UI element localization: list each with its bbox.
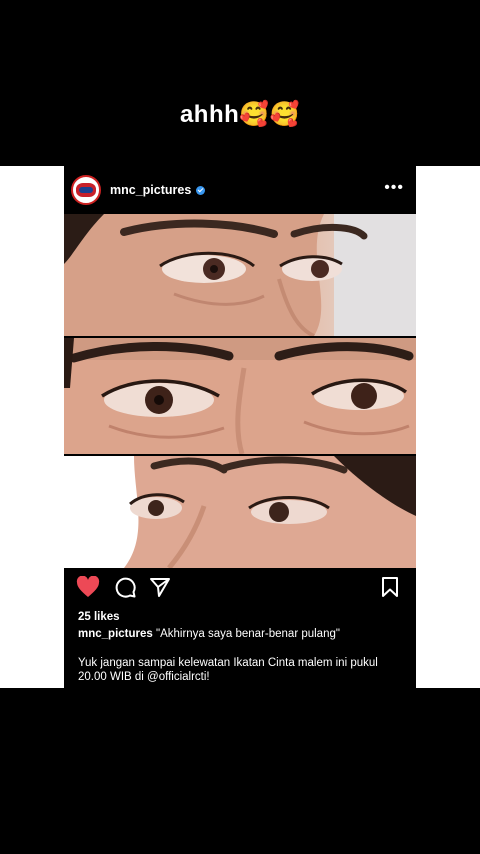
post-caption: mnc_pictures "Akhirnya saya benar-benar … <box>78 628 408 640</box>
post-username[interactable]: mnc_pictures <box>110 183 191 197</box>
caption-quote: "Akhirnya saya benar-benar pulang" <box>155 628 340 640</box>
video-caption: ahhh🥰🥰 <box>0 100 480 129</box>
comment-icon[interactable] <box>114 576 136 603</box>
share-icon[interactable] <box>149 576 171 603</box>
heart-icon[interactable] <box>76 575 100 603</box>
caption-body: Yuk jangan sampai kelewatan Ikatan Cinta… <box>78 657 378 683</box>
verified-icon <box>196 185 206 195</box>
post-image-strip-2 <box>64 338 416 454</box>
bookmark-icon[interactable] <box>380 576 400 603</box>
instagram-post: mnc_pictures ••• 25 likes mnc_pictures "… <box>64 166 416 688</box>
post-actions <box>64 575 416 603</box>
avatar[interactable] <box>71 175 101 205</box>
caption-text: ahhh <box>179 101 240 128</box>
caption-username[interactable]: mnc_pictures <box>78 628 153 640</box>
likes-count[interactable]: 25 likes <box>78 611 120 623</box>
post-image-strip-3 <box>64 456 416 568</box>
post-header: mnc_pictures ••• <box>64 166 416 214</box>
caption-emoji: 🥰🥰 <box>239 100 301 128</box>
more-icon[interactable]: ••• <box>384 180 404 196</box>
post-image-strip-1 <box>64 214 416 336</box>
